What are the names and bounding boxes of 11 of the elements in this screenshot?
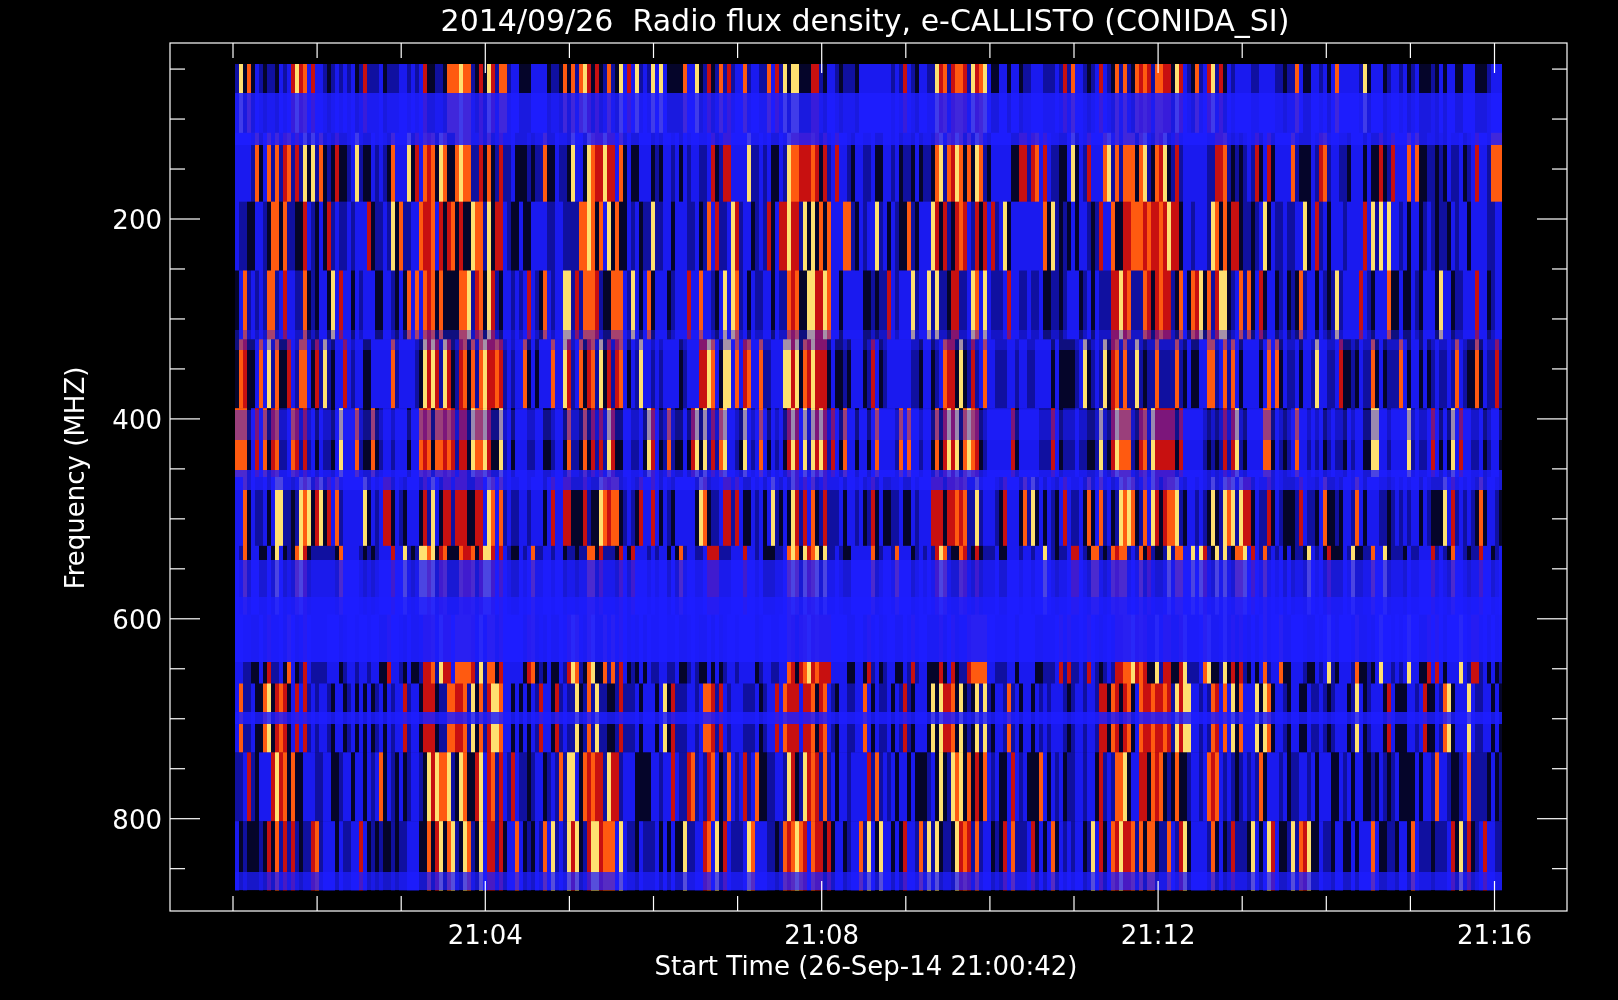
tick-label: 400: [112, 404, 162, 435]
plot-title: 2014/09/26 Radio flux density, e-CALLISTO (CONIDA_SI): [440, 3, 1290, 38]
tick-label: 21:04: [447, 920, 523, 950]
axis-label: Frequency (MHZ): [60, 366, 90, 590]
tick-label: 21:08: [784, 920, 860, 950]
tick-label: 800: [112, 804, 162, 835]
tick-label: 600: [112, 604, 162, 635]
tick-label: 21:16: [1457, 920, 1532, 950]
axis-label: Start Time (26-Sep-14 21:00:42): [654, 951, 1078, 981]
tick-label: 21:12: [1120, 920, 1196, 950]
tick-label: 200: [112, 205, 162, 235]
